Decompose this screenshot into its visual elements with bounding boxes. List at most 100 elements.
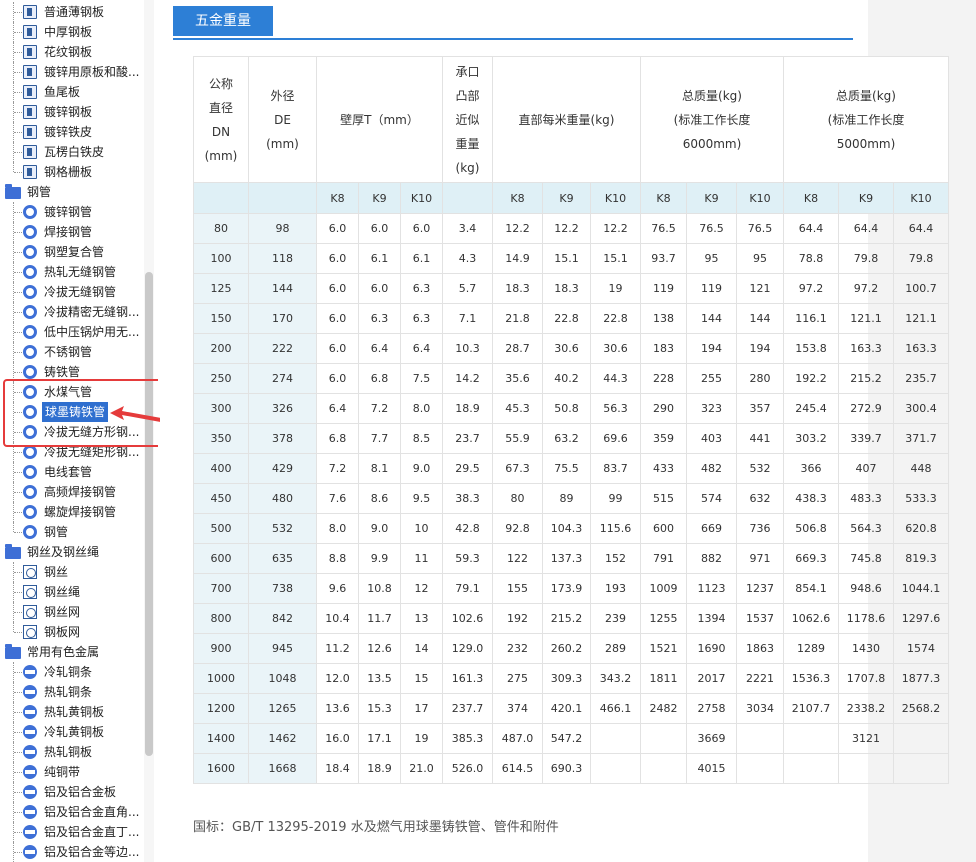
tree-folder[interactable]: 钢丝及钢丝绳: [0, 542, 150, 562]
table-cell: 95: [686, 243, 737, 274]
table-cell: 791: [640, 543, 687, 574]
table-cell: 6.0: [316, 333, 359, 364]
sidebar-scrollbar-thumb[interactable]: [145, 272, 153, 756]
tree-item[interactable]: 电线套管: [0, 462, 150, 482]
wire-rope-icon: [23, 605, 37, 619]
tree-item[interactable]: 冷轧铜条: [0, 662, 150, 682]
table-cell: 600: [640, 513, 687, 544]
table-cell: 482: [686, 453, 737, 484]
tree-item[interactable]: 钢丝: [0, 562, 150, 582]
steel-plate-icon: [23, 25, 37, 39]
tree-item[interactable]: 铝及铝合金直丁...: [0, 822, 150, 842]
table-cell: 18.9: [358, 753, 401, 784]
tree-item[interactable]: 镀锌钢板: [0, 102, 150, 122]
table-cell: 289: [590, 633, 641, 664]
tree-item[interactable]: 镀锌钢管: [0, 202, 150, 222]
tree-item[interactable]: 钢板网: [0, 622, 150, 642]
tree-item[interactable]: 铝及铝合金等边...: [0, 842, 150, 862]
subheader-cell: K9: [542, 182, 591, 214]
metal-bar-icon: [23, 725, 37, 739]
table-cell: 2107.7: [783, 693, 839, 724]
tree-item[interactable]: 低中压锅炉用无...: [0, 322, 150, 342]
table-cell: 64.4: [893, 213, 949, 244]
tree-connector: [14, 572, 22, 573]
tree-item[interactable]: 焊接钢管: [0, 222, 150, 242]
tree-item[interactable]: 冷轧黄铜板: [0, 722, 150, 742]
tree-item[interactable]: 钢塑复合管: [0, 242, 150, 262]
tab-hardware-weight[interactable]: 五金重量: [173, 6, 273, 36]
table-cell: 137.3: [542, 543, 591, 574]
subheader-cell: K10: [736, 182, 784, 214]
tree-connector: [14, 132, 22, 133]
table-cell: 669: [686, 513, 737, 544]
tree-item[interactable]: 镀锌用原板和酸...: [0, 62, 150, 82]
tree-item[interactable]: 中厚钢板: [0, 22, 150, 42]
tree-item[interactable]: 热轧铜板: [0, 742, 150, 762]
tree-item[interactable]: 冷拔无缝钢管: [0, 282, 150, 302]
tree-item-label: 钢丝及钢丝绳: [27, 545, 100, 559]
table-cell: 3034: [736, 693, 784, 724]
table-cell: 842: [248, 603, 317, 634]
tree-connector: [13, 522, 14, 532]
standard-footnote: 国标：GB/T 13295-2019 水及燃气用球墨铸铁管、管件和附件: [193, 820, 559, 835]
header-straight-weight: 直部每米重量(kg): [492, 56, 641, 183]
table-row: 80 98 6.0 6.0 6.0 3.4 12.2 12.2 12.2 76.5 76.5 76.5…: [193, 213, 949, 244]
table-cell: 6.8: [316, 423, 359, 454]
pipe-circle-icon: [23, 345, 37, 359]
tree-item[interactable]: 高频焊接钢管: [0, 482, 150, 502]
tree-connector: [14, 12, 22, 13]
table-cell: 515: [640, 483, 687, 514]
tree-item[interactable]: 热轧黄铜板: [0, 702, 150, 722]
tree-connector: [14, 312, 22, 313]
tree-item[interactable]: 瓦楞白铁皮: [0, 142, 150, 162]
table-row: 1400 1462 16.0 17.1 19 385.3 487.0 547.2 3669 312…: [193, 723, 949, 754]
table-cell: 8.0: [316, 513, 359, 544]
table-cell: 303.2: [783, 423, 839, 454]
table-cell: 343.2: [590, 663, 641, 694]
table-cell: 50.8: [542, 393, 591, 424]
tree-item[interactable]: 镀锌铁皮: [0, 122, 150, 142]
table-cell: 12.6: [358, 633, 401, 664]
table-row: 125 144 6.0 6.0 6.3 5.7 18.3 18.3 19 119 119 121 97.…: [193, 273, 949, 304]
tree-item[interactable]: 钢丝绳: [0, 582, 150, 602]
tree-folder[interactable]: 钢管: [0, 182, 150, 202]
table-cell: 1537: [736, 603, 784, 634]
tree-item[interactable]: 冷拔精密无缝钢...: [0, 302, 150, 322]
tree-item[interactable]: 花纹钢板: [0, 42, 150, 62]
table-cell: 1123: [686, 573, 737, 604]
tree-item[interactable]: 鱼尾板: [0, 82, 150, 102]
table-cell: 8.8: [316, 543, 359, 574]
pipe-circle-icon: [23, 285, 37, 299]
subheader-cell: K10: [400, 182, 443, 214]
tree-item[interactable]: 纯铜带: [0, 762, 150, 782]
tree-item[interactable]: 铝及铝合金板: [0, 782, 150, 802]
header-line: (kg): [455, 160, 480, 175]
tree-item[interactable]: 钢格栅板: [0, 162, 150, 182]
table-cell: 326: [248, 393, 317, 424]
tree-item[interactable]: 铝及铝合金直角...: [0, 802, 150, 822]
tree-item[interactable]: 热轧铜条: [0, 682, 150, 702]
tree-connector: [14, 72, 22, 73]
tree-item[interactable]: 普通薄钢板: [0, 2, 150, 22]
tree-connector: [14, 372, 22, 373]
table-cell: [590, 753, 641, 784]
table-cell: 30.6: [590, 333, 641, 364]
tree-item[interactable]: 热轧无缝钢管: [0, 262, 150, 282]
tree-item[interactable]: 不锈钢管: [0, 342, 150, 362]
tree-item-label: 热轧铜条: [44, 685, 93, 699]
header-line: 公称: [208, 76, 233, 91]
tree-item[interactable]: 钢管: [0, 522, 150, 542]
tree-item[interactable]: 螺旋焊接钢管: [0, 502, 150, 522]
metal-bar-icon: [23, 705, 37, 719]
header-line: 凸部: [455, 88, 480, 103]
tree-item[interactable]: 钢丝网: [0, 602, 150, 622]
table-cell: 8.6: [358, 483, 401, 514]
table-cell: 323: [686, 393, 737, 424]
metal-bar-icon: [23, 765, 37, 779]
steel-plate-icon: [23, 5, 37, 19]
wire-rope-icon: [23, 625, 37, 639]
tree-item-label: 花纹钢板: [44, 45, 93, 59]
table-cell: 290: [640, 393, 687, 424]
table-cell: 3121: [838, 723, 894, 754]
tree-folder[interactable]: 常用有色金属: [0, 642, 150, 662]
